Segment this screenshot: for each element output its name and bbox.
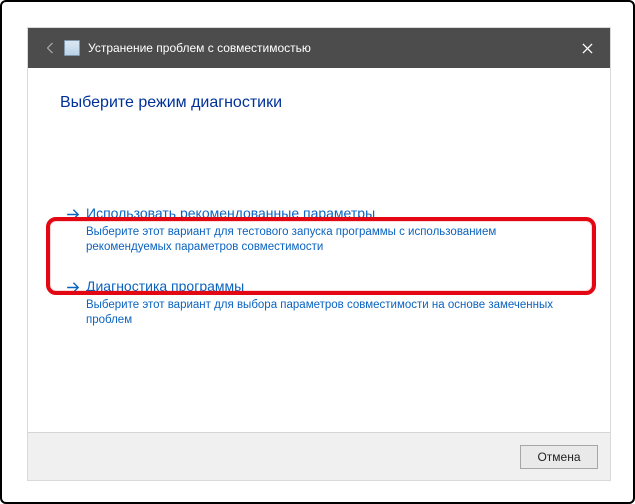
- cancel-button[interactable]: Отмена: [520, 445, 598, 469]
- option-description: Выберите этот вариант для тестового запу…: [86, 225, 574, 255]
- option-description: Выберите этот вариант для выбора парамет…: [86, 298, 574, 328]
- window-title: Устранение проблем с совместимостью: [88, 41, 311, 55]
- option-texts: Использовать рекомендованные параметры В…: [86, 204, 574, 255]
- close-icon: [582, 43, 593, 54]
- option-recommended[interactable]: Использовать рекомендованные параметры В…: [56, 194, 582, 267]
- back-button[interactable]: [38, 41, 64, 55]
- back-arrow-icon: [44, 41, 58, 55]
- titlebar: Устранение проблем с совместимостью: [28, 28, 610, 68]
- option-title: Диагностика программы: [86, 277, 574, 295]
- arrow-right-icon: [60, 277, 86, 296]
- option-title: Использовать рекомендованные параметры: [86, 204, 574, 222]
- footer: Отмена: [28, 432, 610, 480]
- troubleshooter-window: Устранение проблем с совместимостью Выбе…: [28, 28, 610, 480]
- content-area: Выберите режим диагностики Использовать …: [28, 68, 610, 432]
- page-heading: Выберите режим диагностики: [60, 94, 578, 112]
- close-button[interactable]: [564, 28, 610, 68]
- option-texts: Диагностика программы Выберите этот вари…: [86, 277, 574, 328]
- app-icon: [64, 40, 80, 56]
- arrow-right-icon: [60, 204, 86, 223]
- option-diagnose[interactable]: Диагностика программы Выберите этот вари…: [56, 267, 582, 340]
